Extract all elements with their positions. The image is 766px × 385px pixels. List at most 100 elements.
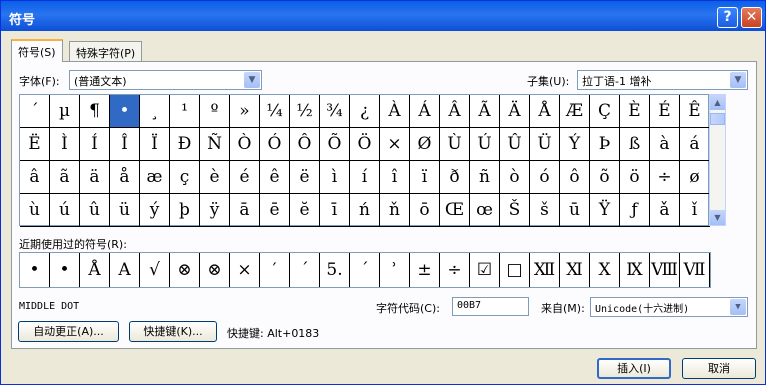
recent-symbol-cell[interactable]: × — [230, 253, 260, 287]
symbol-cell[interactable]: Š — [500, 194, 530, 227]
symbol-cell[interactable]: é — [230, 161, 260, 194]
scroll-down-icon[interactable]: ▼ — [710, 210, 725, 225]
help-button[interactable]: ? — [717, 7, 738, 28]
symbol-cell[interactable]: Á — [410, 95, 440, 128]
recent-symbol-cell[interactable]: A — [110, 253, 140, 287]
recent-symbol-cell[interactable]: Ⅷ — [650, 253, 680, 287]
recent-symbol-cell[interactable]: Ⅺ — [560, 253, 590, 287]
symbol-cell[interactable]: ī — [320, 194, 350, 227]
chevron-down-icon[interactable]: ▼ — [730, 299, 746, 315]
symbol-cell[interactable]: ø — [680, 161, 710, 194]
symbol-cell[interactable]: Ü — [530, 128, 560, 161]
recent-symbol-cell[interactable]: ⊗ — [200, 253, 230, 287]
symbol-cell[interactable]: ĕ — [290, 194, 320, 227]
symbol-cell[interactable]: ǐ — [680, 194, 710, 227]
symbol-cell[interactable]: ó — [530, 161, 560, 194]
symbol-cell[interactable]: ä — [80, 161, 110, 194]
chevron-down-icon[interactable]: ▼ — [244, 72, 260, 88]
recent-symbol-cell[interactable]: ΄ — [290, 253, 320, 287]
symbol-cell[interactable]: ß — [620, 128, 650, 161]
symbol-cell[interactable]: ň — [380, 194, 410, 227]
symbol-cell[interactable]: Ø — [410, 128, 440, 161]
symbol-cell[interactable]: Ï — [140, 128, 170, 161]
symbol-cell[interactable]: ú — [50, 194, 80, 227]
symbol-cell[interactable]: º — [200, 95, 230, 128]
scroll-up-icon[interactable]: ▲ — [710, 95, 725, 110]
chevron-down-icon[interactable]: ▼ — [730, 72, 746, 88]
symbol-cell[interactable]: Œ — [440, 194, 470, 227]
symbol-cell[interactable]: ¸ — [140, 95, 170, 128]
recent-symbol-cell[interactable]: ⊗ — [170, 253, 200, 287]
symbol-cell[interactable]: ã — [50, 161, 80, 194]
symbol-cell[interactable]: ¾ — [320, 95, 350, 128]
symbol-cell[interactable]: ū — [560, 194, 590, 227]
recent-symbol-cell[interactable]: Ⅹ — [590, 253, 620, 287]
symbol-cell[interactable]: À — [380, 95, 410, 128]
symbol-cell[interactable]: Ã — [470, 95, 500, 128]
symbol-cell[interactable]: È — [620, 95, 650, 128]
symbol-cell[interactable]: ¶ — [80, 95, 110, 128]
recent-symbol-cell[interactable]: Ⅸ — [620, 253, 650, 287]
symbol-cell[interactable]: Ö — [350, 128, 380, 161]
symbol-cell[interactable]: » — [230, 95, 260, 128]
recent-symbol-cell[interactable]: ΄ — [350, 253, 380, 287]
symbol-cell[interactable]: ç — [170, 161, 200, 194]
shortcut-key-button[interactable]: 快捷键(K)... — [129, 321, 217, 342]
recent-symbol-cell[interactable]: 5. — [320, 253, 350, 287]
recent-symbol-cell[interactable]: ± — [410, 253, 440, 287]
symbol-cell[interactable]: Î — [110, 128, 140, 161]
recent-symbol-cell[interactable]: Ⅻ — [530, 253, 560, 287]
symbol-cell[interactable]: Ÿ — [590, 194, 620, 227]
symbol-cell[interactable]: à — [650, 128, 680, 161]
symbol-cell[interactable]: å — [110, 161, 140, 194]
symbol-cell[interactable]: ¿ — [350, 95, 380, 128]
from-select[interactable]: Unicode(十六进制) ▼ — [590, 297, 748, 317]
recent-symbol-cell[interactable]: ☑ — [470, 253, 500, 287]
close-button[interactable]: ✕ — [741, 7, 762, 28]
recent-symbol-cell[interactable]: • — [50, 253, 80, 287]
symbol-grid-scrollbar[interactable]: ▲ ▼ — [709, 94, 726, 226]
symbol-cell[interactable]: ō — [410, 194, 440, 227]
symbol-cell[interactable]: œ — [470, 194, 500, 227]
symbol-cell[interactable]: ò — [500, 161, 530, 194]
symbol-cell[interactable]: Ñ — [200, 128, 230, 161]
symbol-cell[interactable]: ´ — [20, 95, 50, 128]
char-code-input[interactable]: 00B7 — [452, 297, 529, 316]
symbol-cell[interactable]: ñ — [470, 161, 500, 194]
recent-symbol-cell[interactable]: Ⅶ — [680, 253, 710, 287]
symbol-cell[interactable]: Ù — [440, 128, 470, 161]
symbol-cell[interactable]: Â — [440, 95, 470, 128]
symbol-cell[interactable]: Ý — [560, 128, 590, 161]
symbol-cell[interactable]: Þ — [590, 128, 620, 161]
symbol-cell[interactable]: ý — [140, 194, 170, 227]
symbol-cell[interactable]: ê — [260, 161, 290, 194]
recent-symbol-cell[interactable]: Å — [80, 253, 110, 287]
symbol-cell[interactable]: Ê — [680, 95, 710, 128]
symbol-cell[interactable]: ë — [290, 161, 320, 194]
symbol-cell[interactable]: ǎ — [650, 194, 680, 227]
symbol-cell[interactable]: Û — [500, 128, 530, 161]
symbol-cell[interactable]: ½ — [290, 95, 320, 128]
symbol-cell[interactable]: µ — [50, 95, 80, 128]
symbol-cell[interactable]: Ä — [500, 95, 530, 128]
symbol-cell[interactable]: þ — [170, 194, 200, 227]
symbol-cell[interactable]: â — [20, 161, 50, 194]
recent-symbol-cell[interactable]: • — [20, 253, 50, 287]
symbol-cell[interactable]: Ì — [50, 128, 80, 161]
symbol-cell[interactable]: ö — [620, 161, 650, 194]
symbol-cell[interactable]: ¼ — [260, 95, 290, 128]
symbol-cell[interactable]: Ç — [590, 95, 620, 128]
symbol-cell[interactable]: ń — [350, 194, 380, 227]
symbol-cell[interactable]: Æ — [560, 95, 590, 128]
symbol-cell[interactable]: Å — [530, 95, 560, 128]
symbol-cell[interactable]: è — [200, 161, 230, 194]
subset-select[interactable]: 拉丁语-1 增补 ▼ — [577, 70, 748, 90]
recent-symbol-cell[interactable]: ÷ — [440, 253, 470, 287]
symbol-cell[interactable]: ì — [320, 161, 350, 194]
symbol-cell[interactable]: ü — [110, 194, 140, 227]
insert-button[interactable]: 插入(I) — [597, 358, 671, 379]
tab-special-characters[interactable]: 特殊字符(P) — [69, 41, 143, 61]
symbol-cell[interactable]: É — [650, 95, 680, 128]
autocorrect-button[interactable]: 自动更正(A)... — [18, 321, 119, 342]
symbol-cell[interactable]: ÿ — [200, 194, 230, 227]
